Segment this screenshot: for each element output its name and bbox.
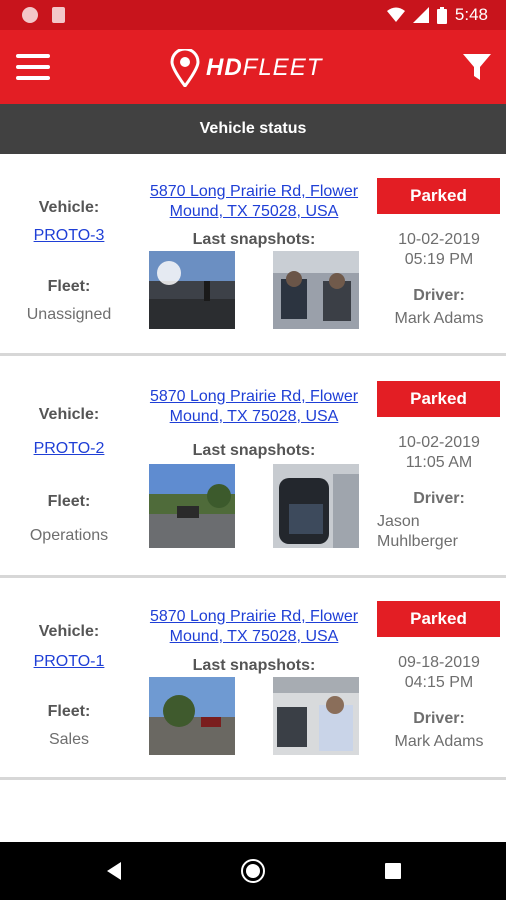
vehicle-link[interactable]: PROTO-3 [34,227,105,244]
battery-icon [436,6,447,24]
clock: 5:48 [454,5,488,24]
fleet-label: Fleet: [47,703,91,720]
cabin-camera-snapshot[interactable] [273,677,359,755]
timestamp: 10-02-2019 11:05 AM [398,434,480,471]
timestamp: 09-18-2019 04:15 PM [398,654,480,691]
vehicle-label: Vehicle: [38,199,100,216]
vehicle-label: Vehicle: [38,623,100,640]
wifi-icon [386,7,405,22]
back-icon [107,862,121,880]
status-badge: Parked [377,601,500,637]
timestamp: 10-02-2019 05:19 PM [398,231,480,268]
vehicle-card: Vehicle: PROTO-3 Fleet: Unassigned 5870 … [0,154,506,356]
cabin-camera-snapshot[interactable] [273,251,359,329]
vehicle-link[interactable]: PROTO-1 [34,653,105,670]
front-camera-snapshot[interactable] [149,677,235,755]
front-camera-snapshot[interactable] [149,464,235,548]
location-pin-icon [170,49,200,87]
app-bar: HDFLEET [0,30,506,104]
navigation-bar [0,842,506,900]
vehicle-card: Vehicle: PROTO-2 Fleet: Operations 5870 … [0,356,506,578]
driver-name: Mark Adams [394,310,484,327]
page-title: Vehicle status [0,104,506,154]
status-badge: Parked [377,381,500,417]
notification-dot-icon [22,7,38,23]
signal-icon [412,7,429,23]
back-button[interactable] [84,842,144,900]
snapshots-label: Last snapshots: [192,442,316,459]
address-link[interactable]: 5870 Long Prairie Rd, Flower Mound, TX 7… [143,607,365,647]
home-button[interactable] [223,842,283,900]
vehicle-list: Vehicle: PROTO-3 Fleet: Unassigned 5870 … [0,154,506,780]
snapshots-label: Last snapshots: [192,657,316,674]
menu-icon[interactable] [16,54,50,80]
sd-card-icon [52,7,65,23]
hdfleet-logo: HDFLEET [170,48,322,88]
fleet-value: Sales [48,731,90,748]
front-camera-snapshot[interactable] [149,251,235,329]
cabin-camera-snapshot[interactable] [273,464,359,548]
driver-label: Driver: [413,287,465,304]
fleet-value: Operations [29,527,109,544]
status-badge: Parked [377,178,500,214]
vehicle-card: Vehicle: PROTO-1 Fleet: Sales 5870 Long … [0,578,506,780]
vehicle-label: Vehicle: [38,406,100,423]
vehicle-link[interactable]: PROTO-2 [34,440,105,457]
driver-name: Jason Muhlberger [377,513,458,550]
address-link[interactable]: 5870 Long Prairie Rd, Flower Mound, TX 7… [143,387,365,427]
snapshots-label: Last snapshots: [192,231,316,248]
driver-name: Mark Adams [394,733,484,750]
fleet-label: Fleet: [47,493,91,510]
status-bar: 5:48 [0,0,506,30]
recents-button[interactable] [363,842,423,900]
fleet-label: Fleet: [47,278,91,295]
recents-icon [385,863,401,879]
address-link[interactable]: 5870 Long Prairie Rd, Flower Mound, TX 7… [143,182,365,222]
driver-label: Driver: [413,490,465,507]
fleet-value: Unassigned [26,306,112,323]
driver-label: Driver: [413,710,465,727]
filter-icon[interactable] [462,52,492,82]
home-icon [241,859,265,883]
